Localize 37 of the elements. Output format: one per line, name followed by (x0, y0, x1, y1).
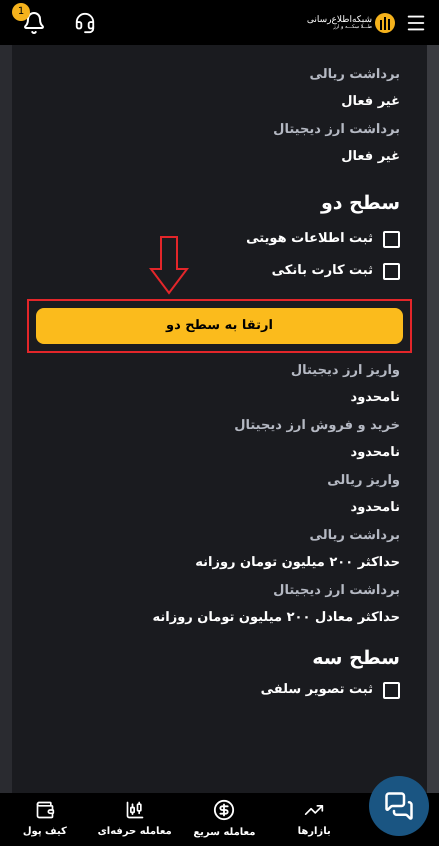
down-arrow-icon (149, 235, 189, 295)
chat-icon (384, 791, 414, 821)
candlestick-icon (124, 800, 145, 820)
field-label: واریز ارز دیجیتال (290, 362, 400, 380)
notification-badge: 1 (12, 2, 30, 20)
wallet-icon (34, 800, 55, 820)
checkbox[interactable] (383, 230, 400, 248)
field-label: برداشت ارز دیجیتال (273, 121, 400, 139)
field-value: نامحدود (350, 389, 400, 407)
checkbox[interactable] (383, 262, 400, 280)
support-icon[interactable] (74, 12, 96, 34)
field-label: برداشت ریالی (310, 527, 400, 545)
field-label: واریز ریالی (327, 472, 400, 490)
field-value: نامحدود (350, 444, 400, 462)
nav-tab[interactable]: کیف پول (0, 800, 90, 839)
field-value: حداکثر معادل ۲۰۰ میلیون تومان روزانه (152, 609, 400, 627)
field-value: غیر فعال (341, 93, 400, 111)
section-title: سطح سه (311, 646, 400, 670)
section-title: سطح دو (319, 191, 400, 215)
nav-tab[interactable]: معامله حرفه‌ای (90, 800, 180, 839)
checklist-label: ثبت کارت بانکی (272, 262, 373, 280)
logo-icon (375, 12, 395, 32)
field-value: نامحدود (350, 499, 400, 517)
upgrade-button[interactable]: ارتقا به سطح دو (36, 308, 403, 344)
field-value: حداکثر ۲۰۰ میلیون تومان روزانه (195, 554, 400, 572)
field-value: غیر فعال (341, 148, 400, 166)
field-label: برداشت ریالی (310, 66, 400, 84)
nav-tab[interactable]: معامله سریع (180, 799, 270, 840)
checklist-label: ثبت اطلاعات هویتی (246, 230, 373, 248)
nav-tab[interactable]: بازارها (269, 800, 359, 839)
field-label: برداشت ارز دیجیتال (273, 582, 400, 600)
checklist-label: ثبت تصویر سلفی (260, 681, 373, 699)
field-label: خرید و فروش ارز دیجیتال (234, 417, 400, 435)
scrollbar[interactable] (427, 45, 439, 793)
logo-title: شبکه‌اطلاع‌رسانی (306, 16, 372, 24)
bell-icon[interactable] (22, 10, 46, 34)
checkbox[interactable] (383, 682, 400, 698)
